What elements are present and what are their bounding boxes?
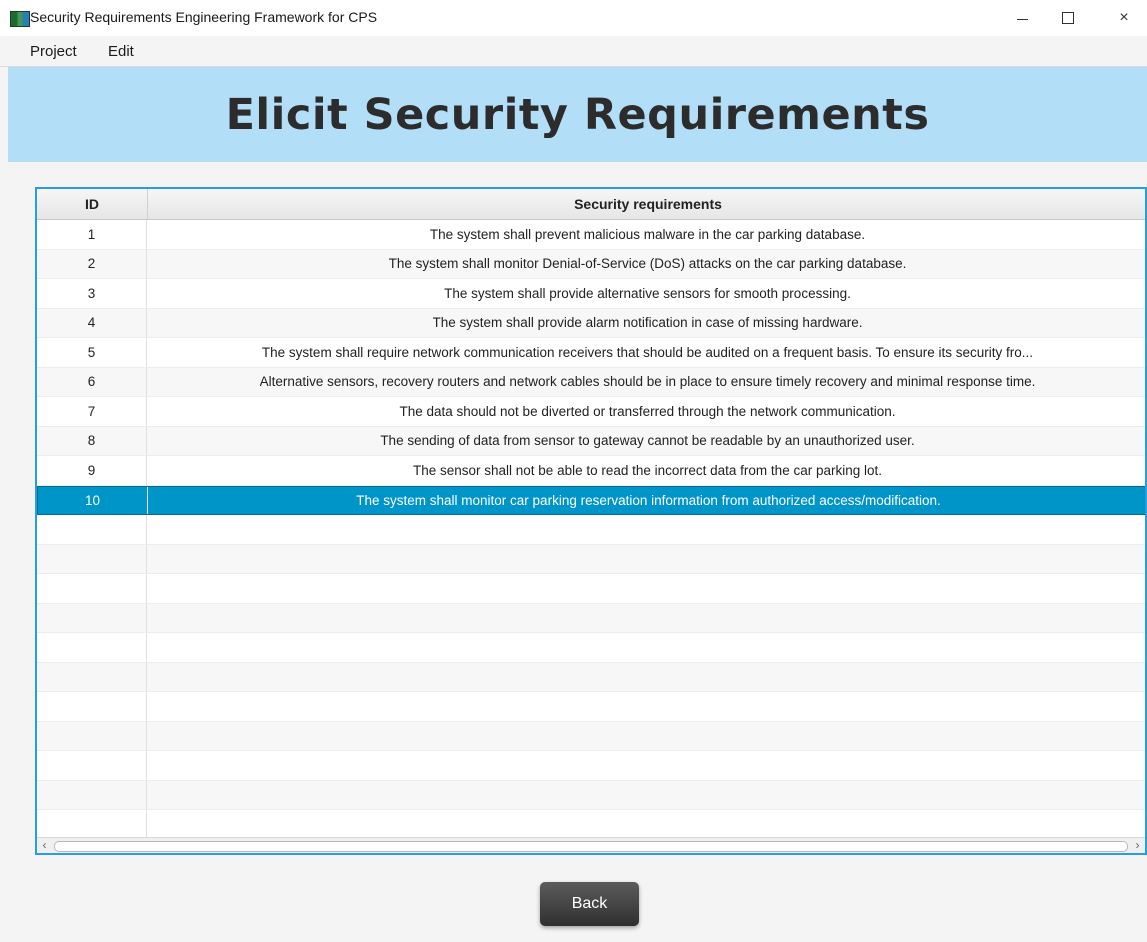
- header-banner: Elicit Security Requirements: [8, 67, 1147, 162]
- empty-table-row[interactable]: [37, 751, 1145, 781]
- cell-requirement: The system shall provide alarm notificat…: [432, 315, 863, 331]
- empty-table-row[interactable]: [37, 692, 1145, 722]
- minimize-icon: [1016, 18, 1028, 20]
- cell-requirement-wrapper: The system shall require network communi…: [148, 338, 1145, 367]
- column-header-id[interactable]: ID: [37, 189, 148, 219]
- cell-requirement: The system shall require network communi…: [261, 344, 1034, 360]
- cell-requirement-wrapper: The data should not be diverted or trans…: [148, 397, 1145, 426]
- cell-id: 9: [37, 456, 147, 485]
- cell-id: 4: [37, 308, 147, 337]
- empty-cell-id: [37, 751, 147, 780]
- cell-id: 1: [37, 220, 147, 249]
- cell-requirement-wrapper: The system shall monitor Denial-of-Servi…: [148, 250, 1145, 279]
- table-row[interactable]: 8 The sending of data from sensor to gate…: [37, 426, 1145, 456]
- cell-id: 6: [37, 367, 147, 396]
- cell-requirement-wrapper: The system shall prevent malicious malwa…: [148, 220, 1145, 249]
- requirements-table[interactable]: ID Security requirements 1 The system sha…: [35, 187, 1147, 855]
- empty-cell-id: [37, 574, 147, 603]
- column-header-security-requirements[interactable]: Security requirements: [148, 189, 1145, 219]
- empty-table-row[interactable]: [37, 574, 1145, 604]
- cell-id: 10: [38, 486, 148, 514]
- cell-id: 7: [37, 397, 147, 426]
- empty-table-row[interactable]: [37, 810, 1145, 840]
- scroll-left-icon[interactable]: ‹: [37, 838, 52, 853]
- empty-table-row[interactable]: [37, 662, 1145, 692]
- table-row[interactable]: 6 Alternative sensors, recovery routers a…: [37, 367, 1145, 397]
- menu-project[interactable]: Project: [30, 43, 77, 60]
- cell-id: 2: [37, 249, 147, 278]
- cell-requirement-wrapper: The system shall provide alarm notificat…: [148, 309, 1145, 338]
- table-header: ID Security requirements: [37, 189, 1145, 220]
- cell-requirement-wrapper: Alternative sensors, recovery routers an…: [148, 368, 1145, 397]
- empty-cell-id: [37, 721, 147, 750]
- table-row[interactable]: 9 The sensor shall not be able to read th…: [37, 456, 1145, 486]
- title-bar: Security Requirements Engineering Framew…: [0, 0, 1147, 36]
- table-row[interactable]: 1 The system shall prevent malicious malw…: [37, 220, 1145, 250]
- menu-edit[interactable]: Edit: [108, 43, 134, 60]
- cell-requirement-wrapper: The sensor shall not be able to read the…: [148, 456, 1145, 485]
- horizontal-scrollbar[interactable]: ‹ ›: [37, 837, 1145, 853]
- empty-table-row[interactable]: [37, 544, 1145, 574]
- cell-requirement: The data should not be diverted or trans…: [399, 403, 896, 419]
- scroll-right-icon[interactable]: ›: [1130, 838, 1145, 853]
- empty-cell-id: [37, 810, 147, 839]
- empty-cell-id: [37, 692, 147, 721]
- empty-cell-id: [37, 780, 147, 809]
- cell-requirement-wrapper: The sending of data from sensor to gatew…: [148, 427, 1145, 456]
- table-row[interactable]: 7 The data should not be diverted or tran…: [37, 397, 1145, 427]
- empty-table-row[interactable]: [37, 721, 1145, 751]
- empty-table-row[interactable]: [37, 515, 1145, 545]
- minimize-button[interactable]: [999, 0, 1045, 36]
- cell-requirement: The system shall prevent malicious malwa…: [429, 226, 866, 242]
- table-row[interactable]: 5 The system shall require network commun…: [37, 338, 1145, 368]
- table-row[interactable]: 2 The system shall monitor Denial-of-Serv…: [37, 249, 1145, 279]
- empty-cell-id: [37, 662, 147, 691]
- table-row[interactable]: 10 The system shall monitor car parking r…: [37, 485, 1145, 515]
- cell-requirement: Alternative sensors, recovery routers an…: [259, 374, 1036, 390]
- cell-requirement: The sensor shall not be able to read the…: [412, 462, 882, 478]
- close-icon: ×: [1119, 9, 1129, 26]
- page-title: Elicit Security Requirements: [225, 89, 930, 140]
- cell-id: 8: [37, 426, 147, 455]
- cell-requirement: The system shall monitor car parking res…: [356, 492, 941, 508]
- cell-id: 5: [37, 338, 147, 367]
- empty-table-row[interactable]: [37, 633, 1145, 663]
- cell-id: 3: [37, 279, 147, 308]
- table-body: 1 The system shall prevent malicious malw…: [37, 220, 1145, 840]
- maximize-button[interactable]: [1045, 0, 1091, 36]
- close-button[interactable]: ×: [1101, 0, 1147, 36]
- app-icon: [10, 11, 30, 27]
- cell-requirement: The sending of data from sensor to gatew…: [380, 433, 915, 449]
- cell-requirement: The system shall provide alternative sen…: [444, 285, 851, 301]
- window-title: Security Requirements Engineering Framew…: [30, 9, 378, 25]
- cell-requirement-wrapper: The system shall provide alternative sen…: [148, 279, 1145, 308]
- scrollbar-thumb[interactable]: [54, 841, 1128, 852]
- cell-requirement-wrapper: The system shall monitor car parking res…: [149, 487, 1145, 515]
- menu-bar: Project Edit: [0, 36, 1147, 67]
- empty-cell-id: [37, 603, 147, 632]
- empty-cell-id: [37, 633, 147, 662]
- back-button[interactable]: Back: [540, 882, 639, 926]
- empty-cell-id: [37, 544, 147, 573]
- maximize-icon: [1062, 12, 1074, 24]
- table-row[interactable]: 3 The system shall provide alternative se…: [37, 279, 1145, 309]
- empty-table-row[interactable]: [37, 780, 1145, 810]
- table-row[interactable]: 4 The system shall provide alarm notifica…: [37, 308, 1145, 338]
- empty-table-row[interactable]: [37, 603, 1145, 633]
- cell-requirement: The system shall monitor Denial-of-Servi…: [388, 256, 907, 272]
- empty-cell-id: [37, 515, 147, 544]
